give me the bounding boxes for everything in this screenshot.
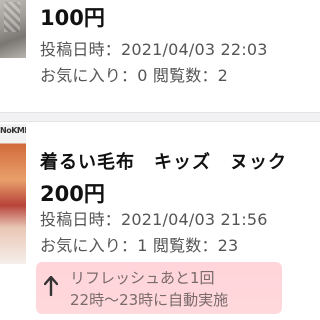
listing-stats: お気に入り：1 閲覧数：23 <box>40 236 239 255</box>
listing-posted-date: 投稿日時：2021/04/03 22:03 <box>40 40 268 59</box>
refresh-remaining-text: リフレッシュあと1回 <box>70 269 215 287</box>
listing-thumbnail[interactable] <box>0 0 26 58</box>
listing-price: 100円 <box>40 6 105 30</box>
listing-stats: お気に入り：0 閲覧数：2 <box>40 66 229 85</box>
listing-thumbnail[interactable]: NoKME <box>0 124 26 264</box>
listing-posted-date: 投稿日時：2021/04/03 21:56 <box>40 210 268 229</box>
refresh-schedule-text: 22時〜23時に自動実施 <box>70 291 229 309</box>
arrow-up-icon <box>44 276 58 296</box>
listing-price: 200円 <box>40 182 105 206</box>
listing-title[interactable]: 着るい毛布 キッズ ヌック <box>40 148 287 174</box>
thumbnail-brand-text: NoKME <box>0 126 26 135</box>
list-divider <box>0 112 320 122</box>
